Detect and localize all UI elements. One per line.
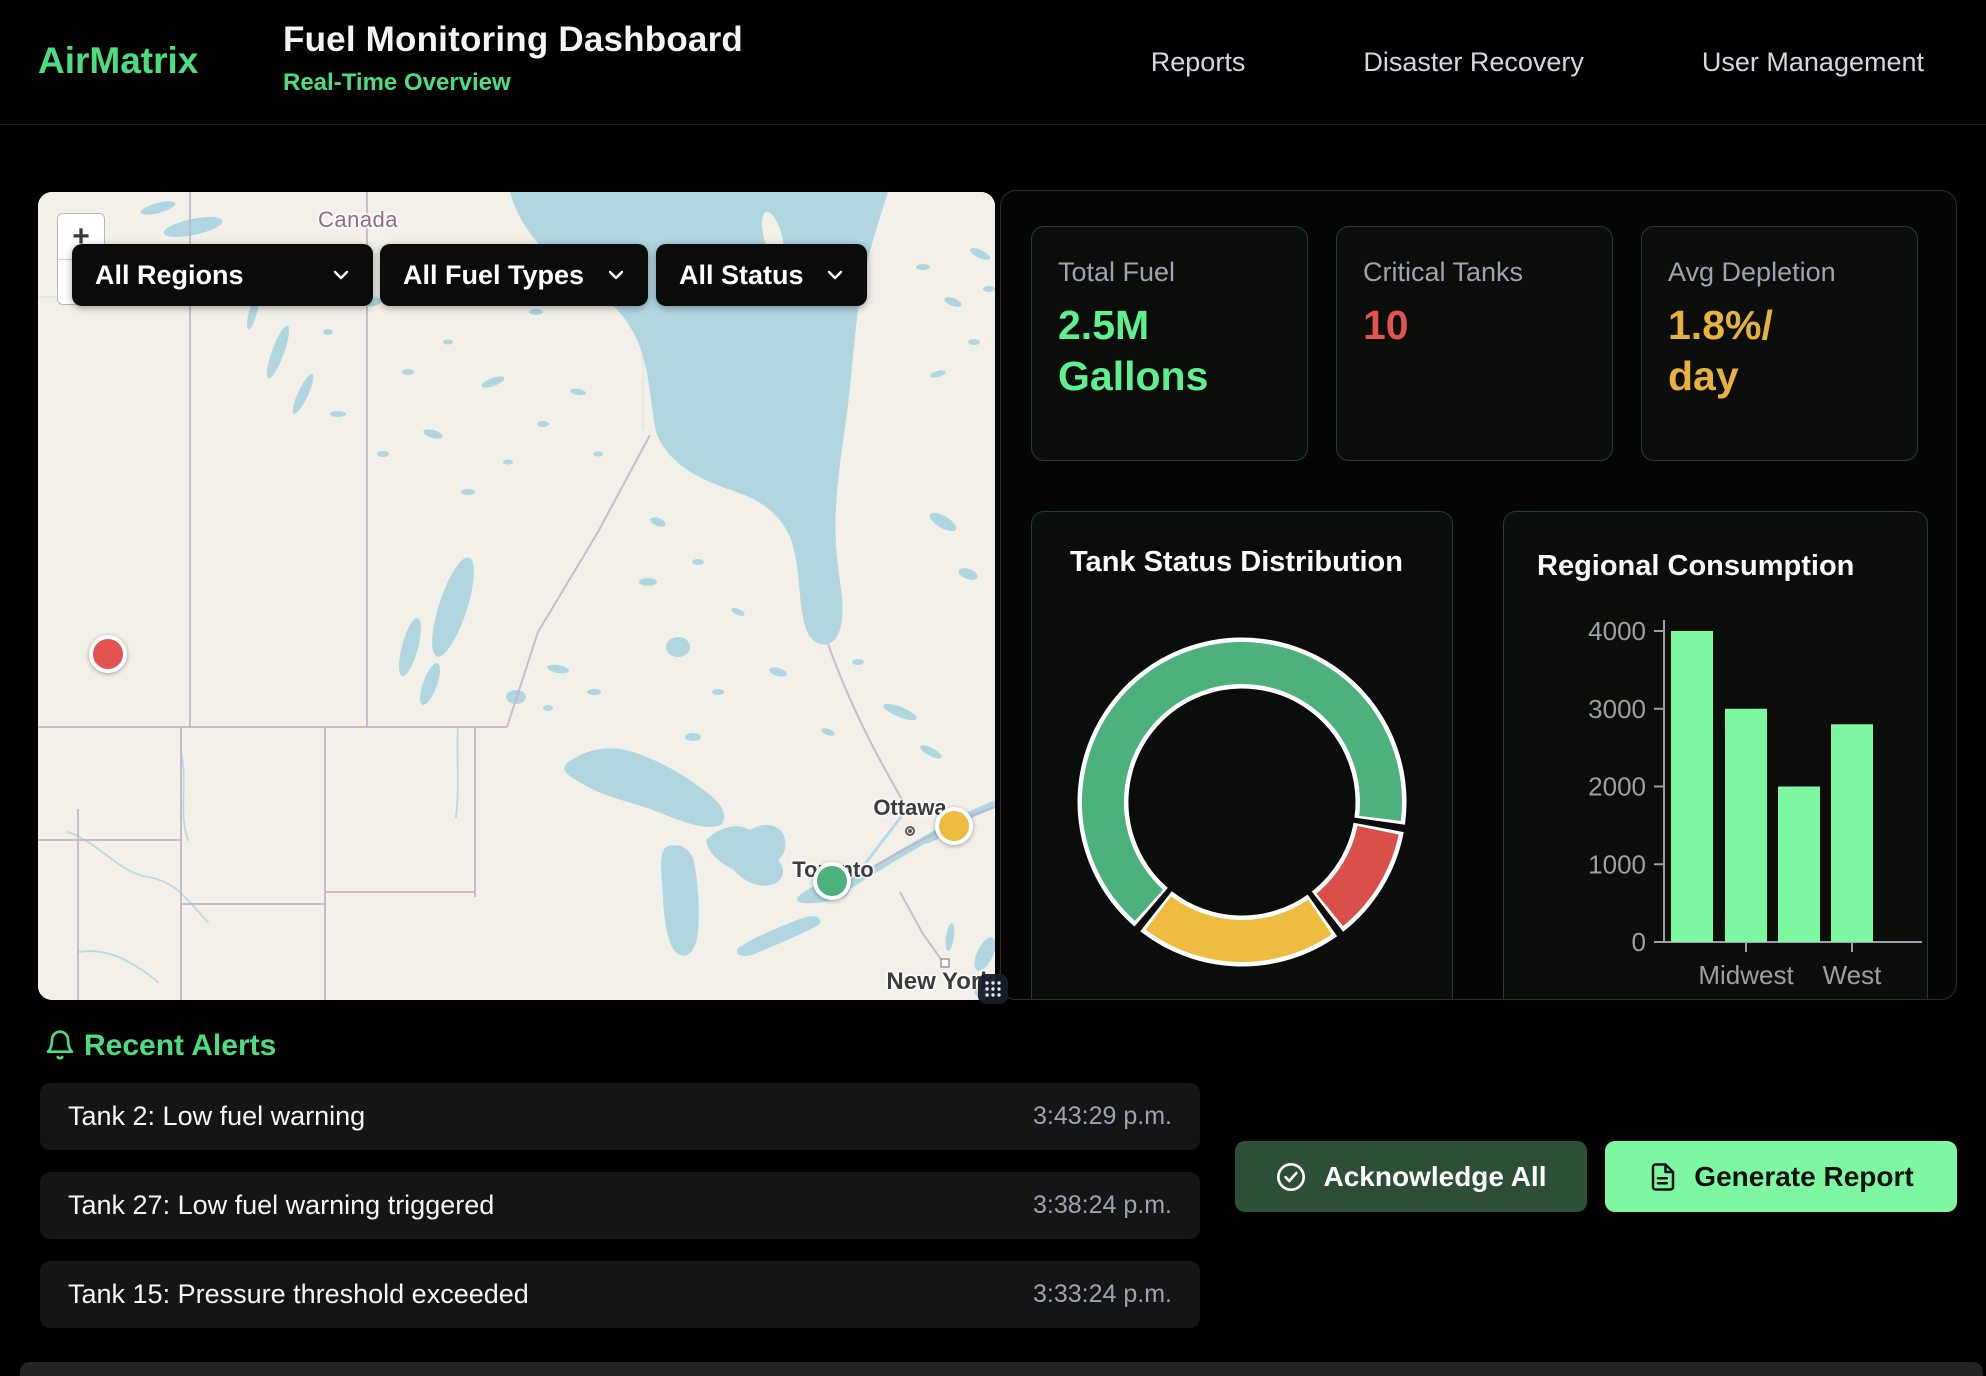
alert-message: Tank 27: Low fuel warning triggered: [68, 1190, 494, 1221]
svg-text:3000: 3000: [1588, 694, 1646, 724]
svg-text:0: 0: [1632, 927, 1646, 957]
map-panel[interactable]: Canada Ottawa Toronto New York + All Reg…: [38, 192, 995, 1000]
stat-value: 10: [1363, 300, 1586, 351]
alert-message: Tank 2: Low fuel warning: [68, 1101, 365, 1132]
stat-value: 2.5MGallons: [1058, 300, 1281, 402]
fuel-monitoring-dashboard: { "header": { "logo": "AirMatrix", "titl…: [0, 0, 1986, 1376]
status-filter-value: All Status: [679, 260, 804, 291]
grip-dots-icon: [983, 979, 1003, 999]
svg-text:Midwest: Midwest: [1698, 960, 1794, 990]
generate-report-button[interactable]: Generate Report: [1605, 1141, 1957, 1212]
svg-text:4000: 4000: [1588, 616, 1646, 646]
ottawa-town-dot-icon: [905, 826, 915, 836]
nav-user-management[interactable]: User Management: [1702, 47, 1924, 78]
tank-marker-warning[interactable]: [935, 807, 973, 845]
check-circle-icon: [1275, 1161, 1307, 1193]
alert-row[interactable]: Tank 27: Low fuel warning triggered 3:38…: [40, 1172, 1200, 1239]
chevron-down-icon: [604, 263, 628, 287]
stat-label: Critical Tanks: [1363, 257, 1586, 288]
tank-status-donut-chart: [1032, 592, 1452, 1000]
svg-text:2000: 2000: [1588, 772, 1646, 802]
bottom-panel-edge: [20, 1362, 1983, 1376]
main-nav: Reports Disaster Recovery User Managemen…: [1151, 0, 1924, 124]
acknowledge-all-label: Acknowledge All: [1323, 1161, 1546, 1193]
chart-title: Tank Status Distribution: [1070, 546, 1403, 579]
app-logo: AirMatrix: [38, 40, 198, 82]
chevron-down-icon: [823, 263, 847, 287]
metrics-panel: Total Fuel 2.5MGallons Critical Tanks 10…: [1000, 190, 1957, 1000]
stat-card-critical-tanks: Critical Tanks 10: [1336, 226, 1613, 461]
alert-time: 3:38:24 p.m.: [1033, 1191, 1172, 1220]
alert-time: 3:33:24 p.m.: [1033, 1280, 1172, 1309]
fuel-type-filter-select[interactable]: All Fuel Types: [380, 244, 648, 306]
document-icon: [1648, 1162, 1678, 1192]
generate-report-label: Generate Report: [1694, 1161, 1913, 1193]
chevron-down-icon: [329, 263, 353, 287]
recent-alerts-section: Recent Alerts Tank 2: Low fuel warning 3…: [0, 1000, 1986, 1362]
regional-consumption-chart-card: Regional Consumption 01000200030004000Mi…: [1503, 511, 1928, 1000]
stat-label: Total Fuel: [1058, 257, 1281, 288]
page-subtitle: Real-Time Overview: [283, 69, 743, 97]
acknowledge-all-button[interactable]: Acknowledge All: [1235, 1141, 1587, 1212]
tank-marker-normal[interactable]: [813, 862, 851, 900]
map-basemap: [38, 192, 995, 1000]
tank-status-chart-card: Tank Status Distribution: [1031, 511, 1453, 1000]
fuel-type-filter-value: All Fuel Types: [403, 260, 584, 291]
nav-reports[interactable]: Reports: [1151, 47, 1246, 78]
page-title: Fuel Monitoring Dashboard: [283, 20, 743, 60]
status-filter-select[interactable]: All Status: [656, 244, 867, 306]
header: AirMatrix Fuel Monitoring Dashboard Real…: [0, 0, 1986, 125]
bell-icon: [44, 1028, 76, 1062]
region-filter-select[interactable]: All Regions: [72, 244, 373, 306]
stat-value: 1.8%/day: [1668, 300, 1891, 402]
alert-message: Tank 15: Pressure threshold exceeded: [68, 1279, 529, 1310]
alert-time: 3:43:29 p.m.: [1033, 1102, 1172, 1131]
town-square-icon: [941, 959, 950, 968]
stat-card-total-fuel: Total Fuel 2.5MGallons: [1031, 226, 1308, 461]
region-filter-value: All Regions: [95, 260, 244, 291]
nav-disaster-recovery[interactable]: Disaster Recovery: [1363, 47, 1584, 78]
stat-label: Avg Depletion: [1668, 257, 1891, 288]
svg-text:1000: 1000: [1588, 849, 1646, 879]
alert-row[interactable]: Tank 15: Pressure threshold exceeded 3:3…: [40, 1261, 1200, 1328]
stat-card-avg-depletion: Avg Depletion 1.8%/day: [1641, 226, 1918, 461]
tank-marker-critical[interactable]: [89, 635, 127, 673]
alert-row[interactable]: Tank 2: Low fuel warning 3:43:29 p.m.: [40, 1083, 1200, 1150]
alerts-heading: Recent Alerts: [84, 1029, 276, 1063]
title-block: Fuel Monitoring Dashboard Real-Time Over…: [283, 20, 743, 97]
resize-grip-handle[interactable]: [978, 974, 1008, 1004]
svg-text:West: West: [1823, 960, 1883, 990]
regional-consumption-bar-chart: 0 1000 2000 3000 4000 Midwest West: [1504, 572, 1929, 1000]
